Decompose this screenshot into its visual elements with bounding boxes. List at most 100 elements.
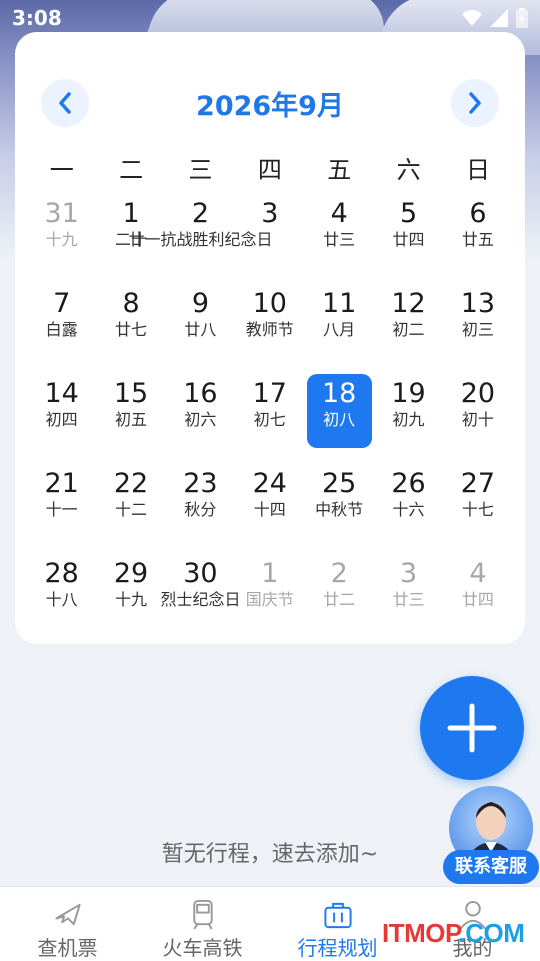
weekday-label: 四 — [257, 156, 282, 184]
lunar-label: 十八 — [45, 590, 78, 609]
calendar-day[interactable]: 22 十二 — [99, 464, 164, 538]
calendar-day[interactable]: 4 廿三 — [307, 194, 372, 268]
calendar-day[interactable]: 15 初五 — [99, 374, 164, 448]
calendar-day[interactable]: 11 八月 — [307, 284, 372, 358]
day-number: 1 — [261, 558, 279, 589]
day-number: 27 — [460, 468, 496, 499]
calendar-day-selected[interactable]: 18 初八 — [306, 374, 372, 448]
weekday-label: 日 — [466, 156, 491, 184]
calendar-day[interactable]: 26 十六 — [376, 464, 441, 538]
calendar-day[interactable]: 7 白露 — [29, 284, 94, 358]
tab-label: 行程规划 — [297, 936, 378, 960]
day-number: 29 — [113, 558, 149, 589]
calendar-day[interactable]: 2 廿二 — [307, 554, 372, 628]
day-number: 22 — [113, 468, 149, 499]
lunar-label: 十六 — [392, 500, 425, 519]
calendar-day[interactable]: 4 廿四 — [445, 554, 510, 628]
calendar-day[interactable]: 20 初十 — [445, 374, 510, 448]
day-number: 12 — [391, 288, 426, 319]
weekday-label: 五 — [327, 156, 352, 184]
lunar-label: 教师节 — [245, 320, 294, 339]
lunar-label: 廿三 — [392, 590, 425, 609]
day-number: 9 — [191, 288, 210, 319]
calendar-day[interactable]: 30 烈士纪念日 — [160, 554, 240, 628]
weekday-label: 一 — [49, 156, 74, 184]
tab-trains[interactable]: 火车高铁 — [135, 887, 270, 961]
lunar-label: 秋分 — [184, 500, 217, 519]
lunar-label: 初七 — [253, 410, 286, 429]
weekday-label: 六 — [396, 156, 421, 184]
calendar-day[interactable]: 13 初三 — [445, 284, 510, 358]
day-number: 11 — [322, 288, 357, 319]
calendar-day[interactable]: 19 初九 — [376, 374, 441, 448]
day-number: 25 — [322, 468, 357, 499]
tab-flights[interactable]: 查机票 — [0, 887, 135, 961]
calendar-day[interactable]: 29 十九 — [99, 554, 164, 628]
calendar-day[interactable]: 23 秋分 — [168, 464, 233, 538]
lunar-label: 十一 — [45, 500, 78, 519]
calendar-day[interactable]: 1 国庆节 — [237, 554, 302, 628]
day-number: 24 — [252, 468, 287, 499]
calendar-day[interactable]: 25 中秋节 — [307, 464, 372, 538]
calendar-day[interactable]: 14 初四 — [29, 374, 94, 448]
lunar-label: 中秋节 — [315, 500, 364, 519]
calendar-day[interactable]: 24 十四 — [237, 464, 302, 538]
lunar-label: 初二 — [392, 320, 425, 339]
lunar-label: 初十 — [461, 410, 494, 429]
briefcase-icon — [323, 902, 352, 929]
calendar-card: 2026年9月 一 二 三 四 五 六 日 31 十九 1 二十 2 廿一抗战胜利纪念日 3… — [15, 32, 525, 644]
calendar-day[interactable]: 28 十八 — [29, 554, 94, 628]
calendar-day[interactable]: 17 初七 — [237, 374, 302, 448]
calendar-day[interactable]: 16 初六 — [168, 374, 233, 448]
plane-icon — [54, 903, 81, 926]
day-number: 23 — [183, 468, 218, 499]
calendar-day[interactable]: 21 十一 — [29, 464, 94, 538]
lunar-label: 国庆节 — [245, 590, 294, 609]
day-number: 10 — [252, 288, 287, 319]
plus-icon — [447, 703, 497, 753]
weekday-label: 二 — [119, 156, 144, 184]
day-number: 28 — [44, 558, 79, 589]
day-number: 13 — [460, 288, 496, 319]
calendar-day[interactable]: 3 — [237, 194, 302, 268]
calendar-week: 14 初四 15 初五 16 初六 17 初七 18 初八 19 初九 20 初十 — [27, 374, 513, 464]
next-month-button[interactable] — [451, 79, 499, 127]
calendar-week: 7 白露 8 廿七 9 廿八 10 教师节 11 八月 12 初二 13 初三 — [27, 284, 513, 374]
day-number: 7 — [53, 288, 71, 319]
lunar-label: 十四 — [253, 500, 286, 519]
weekday-header: 一 二 三 四 五 六 日 — [27, 150, 513, 185]
calendar-day[interactable]: 31 十九 — [29, 194, 94, 268]
calendar-day[interactable]: 10 教师节 — [237, 284, 302, 358]
day-number: 20 — [460, 378, 496, 409]
day-number: 1 — [122, 198, 140, 229]
day-number: 16 — [183, 378, 218, 409]
calendar-grid: 31 十九 1 二十 2 廿一抗战胜利纪念日 3 4 廿三 5 廿四 6 廿五 7 白露 8 廿七 9 廿八 10 教师… — [27, 194, 513, 644]
lunar-label: 廿四 — [392, 230, 425, 249]
signal-icon — [490, 9, 508, 27]
lunar-label: 十九 — [115, 590, 148, 609]
calendar-day[interactable]: 3 廿三 — [376, 554, 441, 628]
calendar-day[interactable]: 6 廿五 — [445, 194, 510, 268]
day-number: 4 — [330, 198, 348, 229]
day-number: 17 — [252, 378, 287, 409]
battery-icon — [516, 8, 528, 28]
calendar-day[interactable]: 12 初二 — [376, 284, 441, 358]
calendar-day[interactable]: 2 廿一抗战胜利纪念日 — [128, 194, 272, 268]
lunar-label: 八月 — [323, 320, 356, 339]
add-trip-button[interactable] — [420, 676, 524, 780]
lunar-label: 十七 — [461, 500, 494, 519]
calendar-day[interactable]: 9 廿八 — [168, 284, 233, 358]
day-number: 8 — [122, 288, 140, 319]
lunar-label: 十九 — [45, 230, 78, 249]
calendar-day[interactable]: 5 廿四 — [376, 194, 441, 268]
calendar-day[interactable]: 8 廿七 — [99, 284, 164, 358]
lunar-label: 廿八 — [184, 320, 217, 339]
watermark: ITMOP.COM — [382, 918, 525, 949]
lunar-label: 初八 — [323, 410, 356, 429]
day-number: 3 — [261, 198, 279, 229]
calendar-day[interactable]: 27 十七 — [445, 464, 510, 538]
lunar-label: 廿二 — [323, 590, 356, 609]
empty-state-text: 暂无行程，速去添加~ — [161, 842, 379, 867]
status-time: 3:08 — [12, 6, 62, 30]
wifi-icon — [462, 10, 482, 26]
